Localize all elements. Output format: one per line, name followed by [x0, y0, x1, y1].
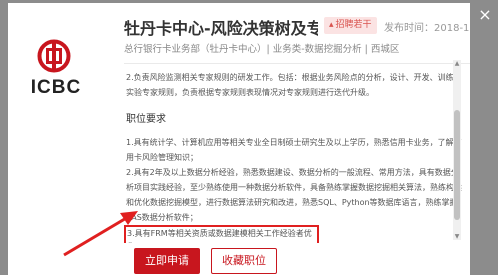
apply-button[interactable]: 立即申请 — [134, 248, 200, 274]
job-detail-modal: ICBC 牡丹卡中心-风险决策树及专... ▴招聘若干 发布时间：2018-10… — [8, 3, 470, 275]
requirement-item-2: 2.具有2年及以上数据分析经验，熟悉数据建设、数据分析的一般流程、常用方法，具有… — [126, 168, 462, 222]
duty-item-2: 2.负责风险监测相关专家规则的研发工作。包括：根据业务风险点的分析，设计、开发、… — [126, 73, 462, 97]
scrollbar[interactable]: ▲ ▼ — [453, 60, 461, 240]
scroll-thumb[interactable] — [454, 110, 460, 220]
close-icon[interactable]: × — [476, 6, 494, 24]
hiring-badge: ▴ 招聘若干 — [324, 17, 377, 34]
save-job-button[interactable]: 收藏职位 — [211, 248, 277, 274]
publish-date: 发布时间：2018-10-25 — [384, 23, 470, 34]
hiring-badge-label: 招聘若干 — [335, 20, 372, 30]
section-title-requirements: 职位要求 — [126, 114, 166, 125]
job-description-panel[interactable]: 2.负责风险监测相关专家规则的研发工作。包括：根据业务风险点的分析，设计、开发、… — [124, 63, 470, 243]
icbc-logo-mark-icon — [37, 39, 71, 73]
company-logo-text: ICBC — [30, 77, 82, 98]
company-logo: ICBC — [18, 39, 100, 111]
requirement-item-1: 1.具有统计学、计算机应用等相关专业全日制硕士研究生及以上学历，熟悉信用卡业务，… — [126, 138, 462, 162]
scroll-down-icon[interactable]: ▼ — [453, 233, 461, 240]
flame-icon: ▴ — [329, 20, 334, 30]
job-description: 2.负责风险监测相关专家规则的研发工作。包括：根据业务风险点的分析，设计、开发、… — [124, 70, 462, 243]
scroll-up-icon[interactable]: ▲ — [453, 60, 461, 67]
requirement-item-3: 3.具有FRM等相关资质或数据建模相关工作经验者优先。 — [124, 225, 319, 243]
job-meta: 总行银行卡业务部（牡丹卡中心）| 业务类-数据挖掘分析 | 西城区 — [124, 44, 400, 55]
job-title: 牡丹卡中心-风险决策树及专... — [124, 19, 318, 38]
